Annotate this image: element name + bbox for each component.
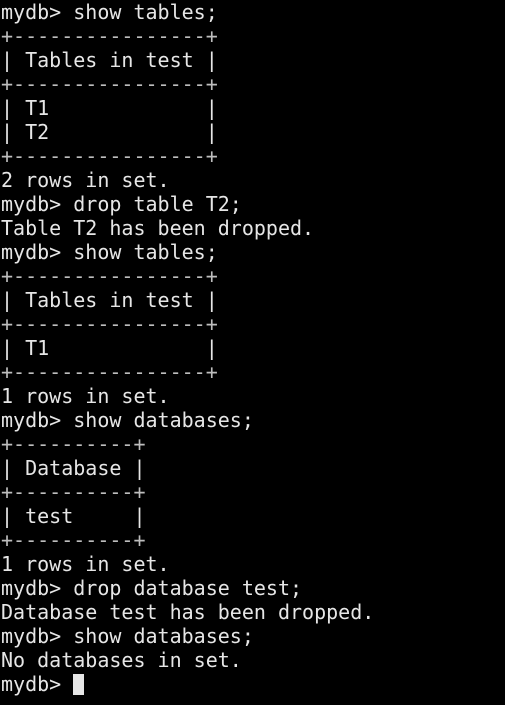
table-row: | T1 | [1,336,218,360]
table-border: +----------------+ [1,264,218,288]
table-header-row: | Database | [1,456,146,480]
prompt-label: mydb> [1,672,62,696]
table-border: +----------------+ [1,24,218,48]
command-line: mydb> drop table T2; [1,192,242,216]
result-message: 1 rows in set. [1,384,170,408]
table-border: +----------------+ [1,144,218,168]
result-message: 2 rows in set. [1,168,170,192]
table-border: +----------------+ [1,312,218,336]
table-row: | test | [1,504,146,528]
result-message: No databases in set. [1,648,242,672]
command-line: mydb> show tables; [1,240,218,264]
table-header-row: | Tables in test | [1,288,218,312]
active-prompt-line[interactable]: mydb> [1,672,505,696]
terminal-window[interactable]: mydb> show tables; +----------------+ | … [0,0,505,705]
table-border: +----------+ [1,528,146,552]
command-line: mydb> show databases; [1,624,254,648]
text-cursor[interactable] [73,674,85,695]
table-row: | T1 | [1,96,218,120]
command-line: mydb> show tables; [1,0,218,24]
result-message: Database test has been dropped. [1,600,375,624]
table-header-row: | Tables in test | [1,48,218,72]
command-line: mydb> drop database test; [1,576,303,600]
table-row: | T2 | [1,120,218,144]
table-border: +----------+ [1,432,146,456]
table-border: +----------------+ [1,360,218,384]
table-border: +----------------+ [1,72,218,96]
result-message: Table T2 has been dropped. [1,216,315,240]
command-line: mydb> show databases; [1,408,254,432]
result-message: 1 rows in set. [1,552,170,576]
table-border: +----------+ [1,480,146,504]
